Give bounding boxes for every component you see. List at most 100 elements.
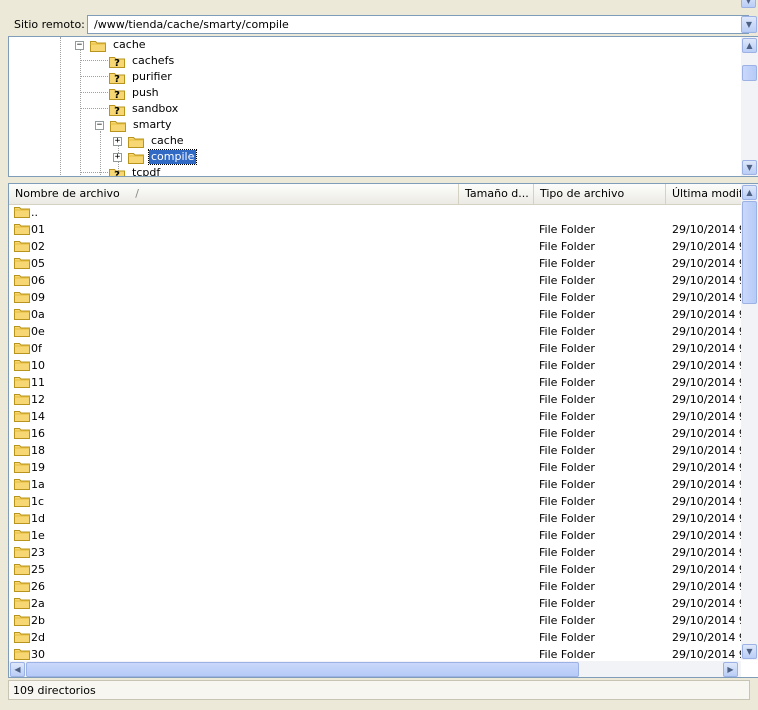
file-row[interactable]: 1c File Folder 29/10/2014 9: xyxy=(9,493,741,510)
tree-item-cache[interactable]: − cache xyxy=(75,37,148,53)
file-row[interactable]: 0a File Folder 29/10/2014 9: xyxy=(9,306,741,323)
file-modified: 29/10/2014 9: xyxy=(672,631,741,644)
list-scroll-up-button[interactable]: ▲ xyxy=(742,185,757,200)
tree-scroll-up-button[interactable]: ▲ xyxy=(742,38,757,53)
file-modified: 29/10/2014 9: xyxy=(672,427,741,440)
list-scroll-left-button[interactable]: ◀ xyxy=(10,662,25,677)
tree-scrollbar[interactable]: ▲ ▼ xyxy=(741,37,758,176)
file-modified: 29/10/2014 9: xyxy=(672,291,741,304)
file-name: 06 xyxy=(31,274,45,287)
file-row[interactable]: 23 File Folder 29/10/2014 9: xyxy=(9,544,741,561)
file-row[interactable]: 12 File Folder 29/10/2014 9: xyxy=(9,391,741,408)
tree-item-label: purifier xyxy=(132,70,172,83)
remote-site-path-input[interactable] xyxy=(87,15,749,34)
column-header-name[interactable]: Nombre de archivo / xyxy=(9,184,459,204)
file-row[interactable]: 2d File Folder 29/10/2014 9: xyxy=(9,629,741,646)
column-header-type[interactable]: Tipo de archivo xyxy=(534,184,666,204)
file-row[interactable]: 25 File Folder 29/10/2014 9: xyxy=(9,561,741,578)
tree-item-compile[interactable]: + compile xyxy=(113,149,198,165)
expand-icon[interactable]: + xyxy=(113,136,122,146)
file-row[interactable]: 2a File Folder 29/10/2014 9: xyxy=(9,595,741,612)
file-row[interactable]: 1a File Folder 29/10/2014 9: xyxy=(9,476,741,493)
tree-scroll-down-button[interactable]: ▼ xyxy=(742,160,757,175)
tree-item-sandbox[interactable]: ? sandbox xyxy=(109,101,180,117)
column-header-size[interactable]: Tamaño d... xyxy=(459,184,534,204)
list-scroll-thumb[interactable] xyxy=(742,201,757,304)
top-scroll-down-button[interactable]: ▼ xyxy=(741,0,756,8)
expand-icon[interactable]: + xyxy=(113,152,122,162)
file-row[interactable]: 1e File Folder 29/10/2014 9: xyxy=(9,527,741,544)
file-type: File Folder xyxy=(539,257,595,270)
tree-item-tcpdf[interactable]: ? tcpdf xyxy=(109,165,162,176)
file-type: File Folder xyxy=(539,614,595,627)
list-scroll-right-button[interactable]: ▶ xyxy=(723,662,738,677)
column-header-modified[interactable]: Última modifica xyxy=(666,184,741,204)
tree-item-cachefs[interactable]: ? cachefs xyxy=(109,53,176,69)
file-row[interactable]: 01 File Folder 29/10/2014 9: xyxy=(9,221,741,238)
chevron-down-icon: ▼ xyxy=(745,19,753,29)
collapse-icon[interactable]: − xyxy=(95,120,104,130)
file-modified: 29/10/2014 9: xyxy=(672,240,741,253)
file-row[interactable]: 06 File Folder 29/10/2014 9: xyxy=(9,272,741,289)
file-list-h-scrollbar[interactable]: ◀ ▶ xyxy=(9,661,741,677)
file-row[interactable]: 02 File Folder 29/10/2014 9: xyxy=(9,238,741,255)
file-modified: 29/10/2014 9: xyxy=(672,580,741,593)
file-type: File Folder xyxy=(539,580,595,593)
file-name: 18 xyxy=(31,444,45,457)
column-header-modified-label: Última modifica xyxy=(672,187,741,200)
file-type: File Folder xyxy=(539,597,595,610)
file-type: File Folder xyxy=(539,546,595,559)
file-row[interactable]: 16 File Folder 29/10/2014 9: xyxy=(9,425,741,442)
file-type: File Folder xyxy=(539,631,595,644)
file-name: 0a xyxy=(31,308,45,321)
file-name: 2a xyxy=(31,597,45,610)
tree-item-smarty[interactable]: − smarty xyxy=(95,117,174,133)
file-name: 01 xyxy=(31,223,45,236)
file-row[interactable]: 18 File Folder 29/10/2014 9: xyxy=(9,442,741,459)
file-modified: 29/10/2014 9: xyxy=(672,376,741,389)
file-row[interactable]: 1d File Folder 29/10/2014 9: xyxy=(9,510,741,527)
remote-directory-tree: − cache? cachefs? purifier? push? sandbox − sma… xyxy=(8,36,758,177)
file-row[interactable]: 2b File Folder 29/10/2014 9: xyxy=(9,612,741,629)
parent-dir-label: .. xyxy=(31,206,38,219)
file-modified: 29/10/2014 9: xyxy=(672,495,741,508)
file-row[interactable]: 11 File Folder 29/10/2014 9: xyxy=(9,374,741,391)
file-list-scrollbar[interactable]: ▲ ▼ xyxy=(741,184,758,660)
remote-file-list: Nombre de archivo / Tamaño d... Tipo de … xyxy=(8,183,758,678)
file-row[interactable]: 0e File Folder 29/10/2014 9: xyxy=(9,323,741,340)
tree-scroll-thumb[interactable] xyxy=(742,65,757,81)
sort-indicator: / xyxy=(135,187,140,200)
arrow-down-icon: ▼ xyxy=(746,162,753,172)
remote-path-dropdown-button[interactable]: ▼ xyxy=(741,16,757,33)
file-row[interactable]: 09 File Folder 29/10/2014 9: xyxy=(9,289,741,306)
tree-item-push[interactable]: ? push xyxy=(109,85,161,101)
file-modified: 29/10/2014 9: xyxy=(672,461,741,474)
file-modified: 29/10/2014 9: xyxy=(672,546,741,559)
question-folder-icon: ? xyxy=(109,87,125,101)
file-type: File Folder xyxy=(539,529,595,542)
tree-item-label: sandbox xyxy=(132,102,179,115)
file-row[interactable]: 14 File Folder 29/10/2014 9: xyxy=(9,408,741,425)
file-row[interactable]: 0f File Folder 29/10/2014 9: xyxy=(9,340,741,357)
list-h-scroll-thumb[interactable] xyxy=(26,662,579,677)
file-row[interactable]: 05 File Folder 29/10/2014 9: xyxy=(9,255,741,272)
file-modified: 29/10/2014 9: xyxy=(672,614,741,627)
column-header-type-label: Tipo de archivo xyxy=(540,187,625,200)
file-type: File Folder xyxy=(539,512,595,525)
question-folder-icon: ? xyxy=(109,55,125,69)
tree-item-purifier[interactable]: ? purifier xyxy=(109,69,174,85)
folder-icon xyxy=(110,119,126,132)
file-name: 12 xyxy=(31,393,45,406)
file-row[interactable]: 26 File Folder 29/10/2014 9: xyxy=(9,578,741,595)
question-folder-icon: ? xyxy=(109,71,125,85)
file-name: 09 xyxy=(31,291,45,304)
svg-text:?: ? xyxy=(114,74,120,84)
list-scroll-down-button[interactable]: ▼ xyxy=(742,644,757,659)
file-modified: 29/10/2014 9: xyxy=(672,563,741,576)
file-row[interactable]: 10 File Folder 29/10/2014 9: xyxy=(9,357,741,374)
file-row[interactable]: 19 File Folder 29/10/2014 9: xyxy=(9,459,741,476)
collapse-icon[interactable]: − xyxy=(75,40,84,50)
tree-item-cache[interactable]: + cache xyxy=(113,133,186,149)
arrow-down-icon: ▼ xyxy=(745,0,752,5)
parent-dir-row[interactable]: .. xyxy=(9,204,741,221)
